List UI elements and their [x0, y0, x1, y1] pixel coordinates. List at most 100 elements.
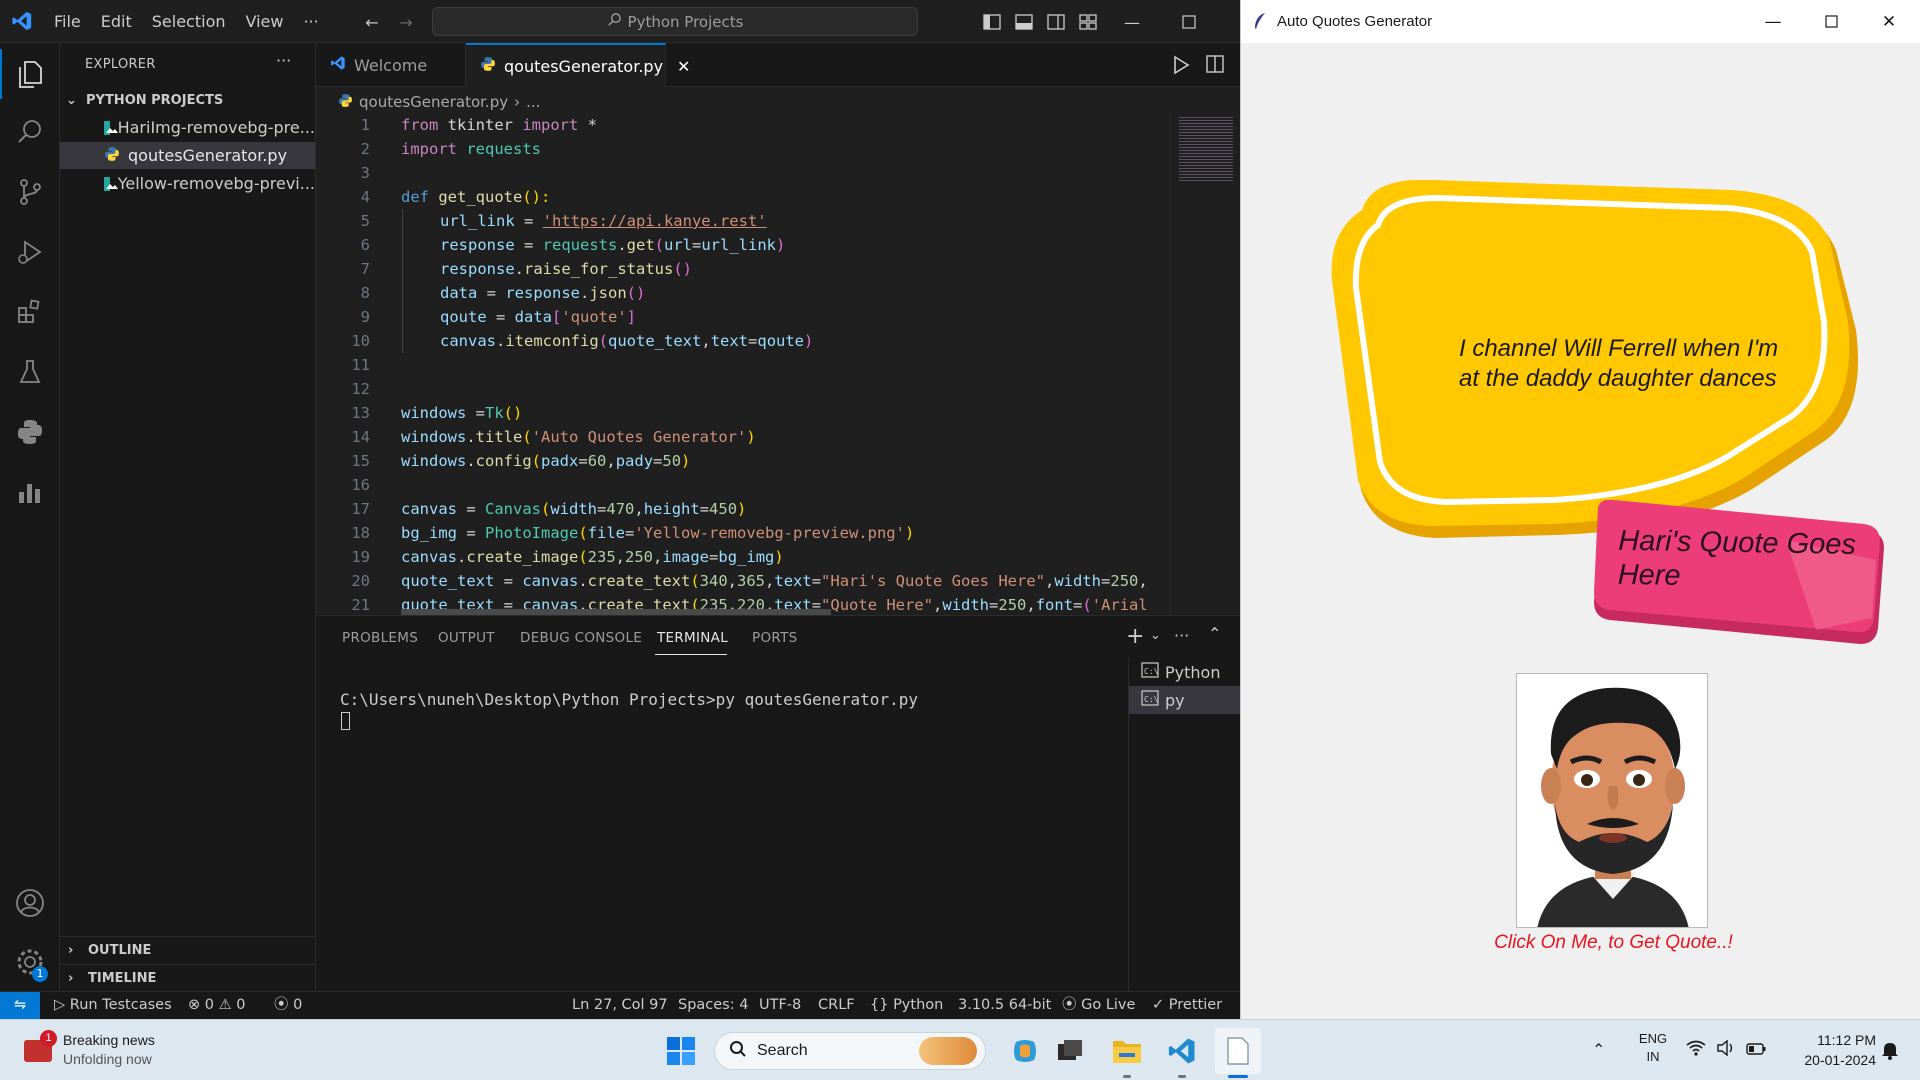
terminal-output[interactable]: C:\Users\nuneh\Desktop\Python Projects>p…	[340, 690, 918, 709]
customize-layout-icon[interactable]	[1074, 8, 1102, 36]
tab-problems[interactable]: PROBLEMS	[342, 630, 418, 646]
language-mode[interactable]: {} Python	[870, 992, 943, 1019]
notification-bell-icon[interactable]	[1880, 1040, 1900, 1064]
avatar	[1517, 674, 1707, 927]
line-number: 15	[351, 452, 370, 470]
explorer-icon[interactable]	[0, 46, 60, 102]
tab-welcome[interactable]: Welcome	[316, 43, 466, 87]
tab-output[interactable]: OUTPUT	[438, 630, 495, 646]
task-view-icon[interactable]	[1047, 1028, 1093, 1074]
end-of-line[interactable]: CRLF	[818, 992, 855, 1019]
chevron-down-icon[interactable]: ⌄	[1150, 628, 1161, 643]
news-title: Breaking news	[63, 1032, 155, 1048]
terminal-list: C:\ Python C:\ py	[1128, 658, 1240, 992]
breadcrumb-file[interactable]: qoutesGenerator.py	[359, 93, 508, 111]
tab-ports[interactable]: PORTS	[752, 630, 797, 646]
menu-edit[interactable]: Edit	[91, 0, 142, 43]
close-icon[interactable]: ✕	[1860, 0, 1918, 43]
wifi-icon[interactable]	[1686, 1040, 1706, 1060]
minimize-icon[interactable]: —	[1744, 0, 1802, 43]
settings-gear-icon[interactable]: 1	[0, 934, 60, 990]
svg-text:C:\: C:\	[1144, 695, 1159, 704]
tab-terminal[interactable]: TERMINAL	[657, 630, 728, 646]
indentation[interactable]: Spaces: 4	[678, 992, 748, 1019]
command-center-search[interactable]: Python Projects	[432, 7, 918, 36]
extensions-icon[interactable]	[0, 284, 60, 340]
maximize-icon[interactable]	[1175, 8, 1203, 36]
python-icon[interactable]	[0, 404, 60, 460]
encoding[interactable]: UTF-8	[759, 992, 801, 1019]
menu-view[interactable]: View	[236, 0, 294, 43]
tab-debug-console[interactable]: DEBUG CONSOLE	[520, 630, 642, 646]
terminal-item-py[interactable]: C:\ py	[1129, 686, 1240, 714]
new-terminal-icon[interactable]: +	[1126, 624, 1144, 649]
run-file-icon[interactable]	[1172, 55, 1190, 79]
close-icon[interactable]: ✕	[677, 57, 690, 76]
minimap[interactable]	[1170, 113, 1240, 615]
line-number: 18	[351, 524, 370, 542]
terminal-label: py	[1165, 690, 1185, 710]
code-line: 5 url_link = 'https://api.kanye.rest'	[316, 209, 1170, 233]
vscode-taskbar-icon[interactable]	[1159, 1028, 1205, 1074]
toggle-panel-icon[interactable]	[1010, 8, 1038, 36]
file-item-hariimg[interactable]: HariImg-removebg-pre...	[60, 114, 315, 141]
menu-more[interactable]: ···	[293, 0, 328, 43]
run-debug-icon[interactable]	[0, 224, 60, 280]
vscode-window: File Edit Selection View ··· ← → Python …	[0, 0, 1240, 1019]
toggle-sidebar-icon[interactable]	[978, 8, 1006, 36]
file-explorer-icon[interactable]	[1104, 1028, 1150, 1074]
chevron-up-icon[interactable]: ⌃	[1592, 1040, 1605, 1060]
search-icon[interactable]	[0, 104, 60, 160]
click-instruction-label[interactable]: Click On Me, to Get Quote..!	[1491, 932, 1736, 954]
maximize-panel-icon[interactable]: ⌃	[1208, 624, 1221, 643]
code-line: 12	[316, 377, 1170, 401]
start-button[interactable]	[658, 1028, 704, 1074]
taskbar-search-box[interactable]: Search	[714, 1032, 986, 1070]
double-check-icon: ✓	[1152, 997, 1165, 1013]
volume-icon[interactable]	[1716, 1039, 1736, 1060]
explorer-more-button[interactable]: ···	[276, 51, 291, 70]
code-line: 17 canvas = Canvas(width=470,height=450)	[316, 497, 1170, 521]
folder-python-projects[interactable]: ⌄ PYTHON PROJECTS	[60, 87, 315, 114]
menu-file[interactable]: File	[44, 0, 91, 43]
clock[interactable]: 11:12 PM 20-01-2024	[1780, 1030, 1876, 1070]
minimize-icon[interactable]: —	[1118, 8, 1146, 36]
timeline-section[interactable]: › TIMELINE	[60, 964, 315, 992]
forward-arrow-icon[interactable]: →	[392, 8, 420, 36]
ports-indicator[interactable]: ⦿ 0	[274, 992, 302, 1019]
chevron-down-icon: ⌄	[66, 93, 77, 108]
accounts-icon[interactable]	[0, 875, 60, 931]
back-arrow-icon[interactable]: ←	[358, 8, 386, 36]
get-quote-avatar-button[interactable]	[1516, 673, 1708, 928]
source-control-icon[interactable]	[0, 164, 60, 220]
tab-qoutesgenerator[interactable]: qoutesGenerator.py ✕	[466, 43, 690, 87]
problems-indicator[interactable]: ⊗ 0 ⚠ 0	[188, 992, 245, 1019]
file-item-yellow[interactable]: Yellow-removebg-previ...	[60, 170, 315, 197]
outline-section[interactable]: › OUTLINE	[60, 936, 315, 964]
interpreter-version[interactable]: 3.10.5 64-bit	[958, 992, 1051, 1019]
run-testcases-button[interactable]: ▷ Run Testcases	[54, 992, 172, 1019]
chevron-right-icon: ›	[68, 971, 74, 986]
split-editor-icon[interactable]	[1206, 55, 1224, 77]
line-number: 10	[351, 332, 370, 350]
prettier-button[interactable]: ✓ Prettier	[1152, 992, 1222, 1019]
notepad-taskbar-icon[interactable]	[1215, 1028, 1261, 1074]
language-indicator[interactable]: ENG IN	[1636, 1030, 1670, 1066]
news-widget[interactable]: 1 Breaking news Unfolding now	[18, 1028, 198, 1074]
charts-icon[interactable]	[0, 464, 60, 520]
maximize-icon[interactable]	[1802, 0, 1860, 43]
remote-indicator[interactable]: ⇋	[0, 992, 40, 1019]
go-live-button[interactable]: ⦿ Go Live	[1062, 992, 1135, 1019]
battery-icon[interactable]	[1746, 1042, 1766, 1059]
file-item-qoutesgenerator[interactable]: qoutesGenerator.py	[60, 142, 315, 169]
code-editor[interactable]: 1 from tkinter import * 2 import requests …	[316, 113, 1170, 615]
cursor-position[interactable]: Ln 27, Col 97	[572, 992, 668, 1019]
more-actions-icon[interactable]: ···	[1174, 626, 1189, 645]
copilot-icon[interactable]	[1002, 1028, 1048, 1074]
breadcrumb-more[interactable]: ...	[526, 93, 540, 111]
toggle-secondary-sidebar-icon[interactable]	[1042, 8, 1070, 36]
code-line: 2 import requests	[316, 137, 1170, 161]
menu-selection[interactable]: Selection	[142, 0, 236, 43]
testing-flask-icon[interactable]	[0, 344, 60, 400]
terminal-item-python[interactable]: C:\ Python	[1129, 658, 1240, 686]
